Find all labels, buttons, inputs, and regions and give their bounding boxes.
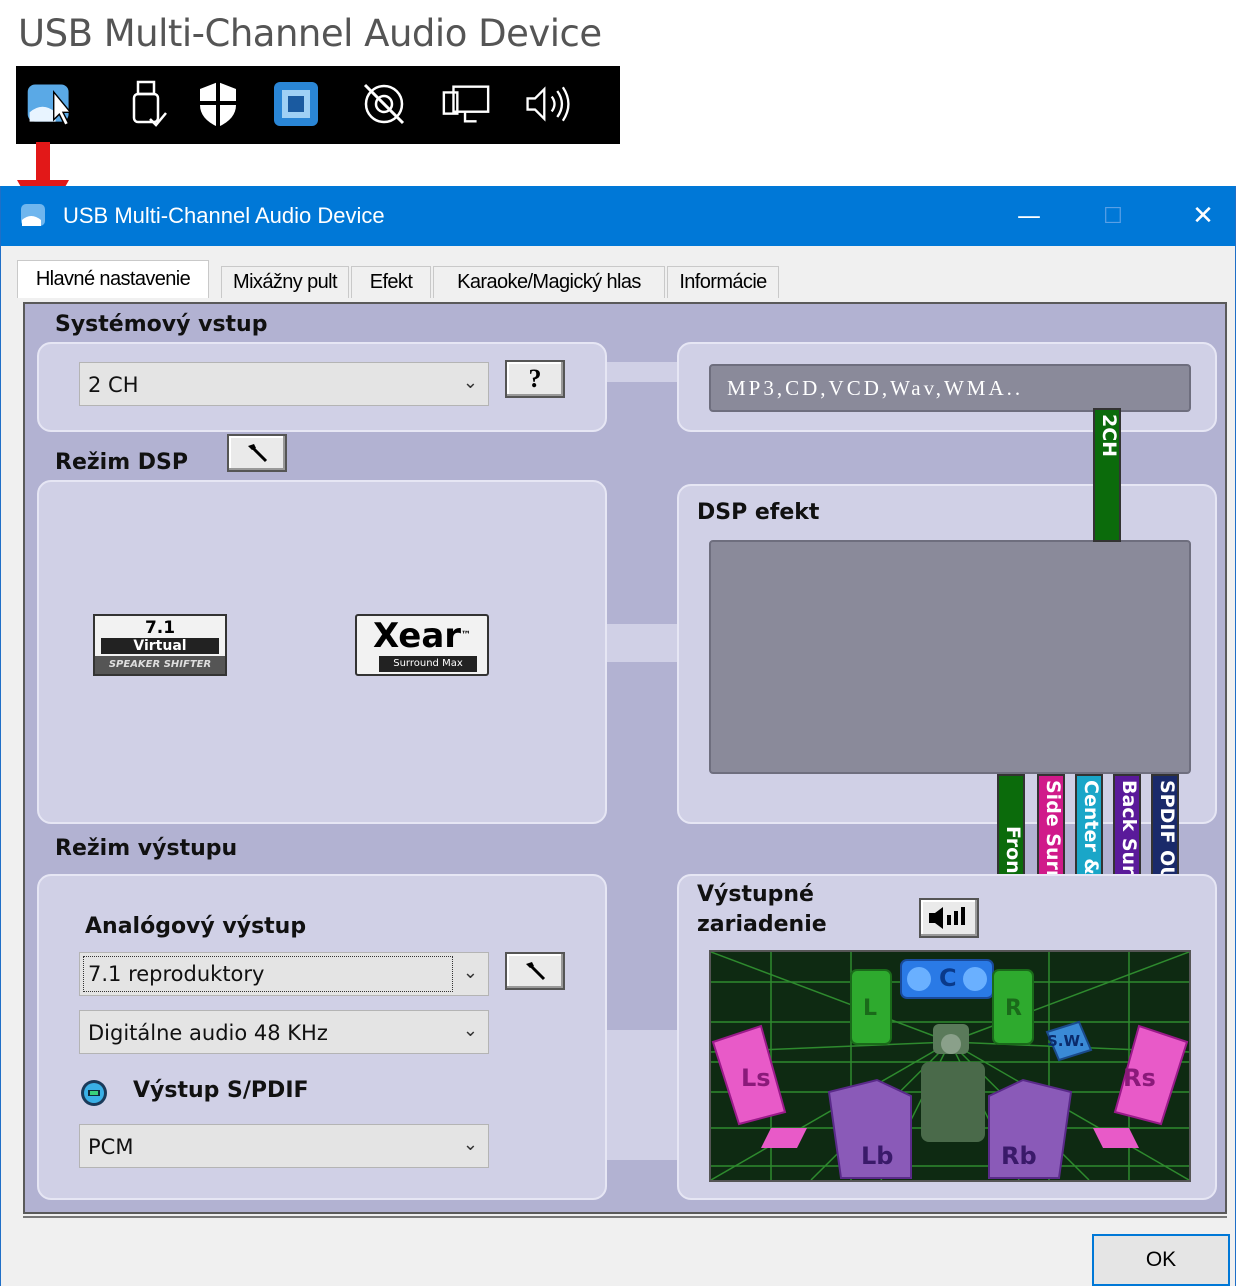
app-icon (19, 202, 49, 234)
chevron-down-icon: ⌄ (462, 1134, 478, 1155)
arrow-shaft (36, 142, 50, 182)
output-mode-title: Režim výstupu (55, 836, 238, 861)
digital-audio-value: Digitálne audio 48 KHz (88, 1021, 328, 1045)
ok-button[interactable]: OK (1092, 1234, 1230, 1286)
close-button[interactable]: ✕ (1171, 186, 1235, 246)
network-icon[interactable] (270, 78, 322, 130)
analog-output-label: Analógový výstup (85, 914, 307, 939)
xear-badge[interactable]: Xear™ Surround Max (355, 614, 489, 676)
spdif-toggle-icon[interactable] (79, 1078, 109, 1108)
badge-virtual-mid: Virtual (101, 638, 219, 654)
speaker-center-label: C (939, 964, 957, 992)
system-tray (16, 66, 620, 144)
source-display: MP3,CD,VCD,Wav,WMA.. (709, 364, 1191, 412)
virtual-71-badge[interactable]: 7.1 Virtual SPEAKER SHIFTER (93, 614, 227, 676)
usb-drive-icon[interactable] (122, 78, 174, 130)
chevron-down-icon: ⌄ (462, 372, 478, 393)
volume-icon[interactable] (522, 78, 574, 130)
spdif-format-value: PCM (88, 1135, 134, 1159)
speaker-room: C L R S.W. Ls Rs Lb Rb (709, 950, 1191, 1182)
app-window: USB Multi-Channel Audio Device — ☐ ✕ Hla… (0, 186, 1236, 1286)
speaker-right-label: R (1005, 996, 1022, 1021)
minimize-button[interactable]: — (997, 186, 1061, 246)
connector (605, 1030, 685, 1160)
speaker-right-surround-label: Rs (1123, 1064, 1156, 1092)
audio-device-icon[interactable] (24, 78, 76, 130)
badge-xear-main: Xear™ (372, 616, 472, 656)
connector (605, 624, 685, 662)
tab-karaoke[interactable]: Karaoke/Magický hlas (433, 266, 665, 298)
main-panel: Systémový vstup 2 CH ⌄ ? MP3,CD,VCD,Wav,… (23, 302, 1227, 1214)
system-input-title: Systémový vstup (55, 312, 268, 337)
divider (23, 1216, 1227, 1218)
window-title: USB Multi-Channel Audio Device (63, 203, 385, 228)
badge-virtual-bottom: SPEAKER SHIFTER (95, 656, 225, 674)
title-bar[interactable]: USB Multi-Channel Audio Device — ☐ ✕ (1, 186, 1235, 246)
analog-settings-button[interactable] (505, 952, 565, 990)
speaker-test-button[interactable] (919, 898, 979, 938)
speaker-left-label: L (863, 996, 878, 1021)
output-device-title: Výstupné zariadenie (697, 880, 827, 940)
tab-informacie[interactable]: Informácie (667, 266, 779, 298)
speaker-right-back-label: Rb (1001, 1142, 1037, 1170)
tab-hlavne-nastavenie[interactable]: Hlavné nastavenie (17, 260, 209, 298)
speaker-test-icon (929, 907, 965, 929)
speaker-subwoofer-label: S.W. (1047, 1032, 1085, 1050)
monitor-icon[interactable] (440, 78, 492, 130)
spdif-output-label: Výstup S/PDIF (133, 1078, 309, 1103)
digital-audio-select[interactable]: Digitálne audio 48 KHz ⌄ (79, 1010, 489, 1054)
chevron-down-icon: ⌄ (462, 1020, 478, 1041)
analog-output-select[interactable]: 7.1 reproduktory ⌄ (79, 952, 489, 996)
badge-virtual-top: 7.1 (144, 618, 176, 638)
analog-output-value: 7.1 reproduktory (83, 956, 453, 992)
dsp-effect-title: DSP efekt (697, 500, 820, 525)
badge-xear-sub: Surround Max (379, 656, 477, 672)
spdif-format-select[interactable]: PCM ⌄ (79, 1124, 489, 1168)
system-input-value: 2 CH (88, 373, 139, 397)
channel-2ch: 2CH (1093, 408, 1121, 542)
output-device-title-line1: Výstupné (697, 882, 814, 907)
hammer-icon (526, 962, 546, 981)
dsp-mode-title: Režim DSP (55, 450, 189, 475)
output-device-title-line2: zariadenie (697, 912, 827, 937)
speaker-icon[interactable] (358, 78, 410, 130)
shield-icon[interactable] (192, 78, 244, 130)
source-formats: MP3,CD,VCD,Wav,WMA.. (727, 376, 1024, 400)
dsp-settings-button[interactable] (227, 434, 287, 472)
system-input-select[interactable]: 2 CH ⌄ (79, 362, 489, 406)
chevron-down-icon: ⌄ (462, 962, 478, 983)
maximize-button[interactable]: ☐ (1081, 186, 1145, 246)
help-button[interactable]: ? (505, 360, 565, 398)
tab-efekt[interactable]: Efekt (351, 266, 431, 298)
tab-mixazny-pult[interactable]: Mixážny pult (221, 266, 349, 298)
channel-2ch-label: 2CH (1098, 414, 1120, 458)
page-title: USB Multi-Channel Audio Device (18, 12, 602, 55)
connector (605, 362, 685, 382)
speaker-left-back-label: Lb (861, 1142, 894, 1170)
hammer-icon (248, 444, 268, 463)
dsp-effect-display (709, 540, 1191, 774)
speaker-left-surround-label: Ls (741, 1064, 771, 1092)
